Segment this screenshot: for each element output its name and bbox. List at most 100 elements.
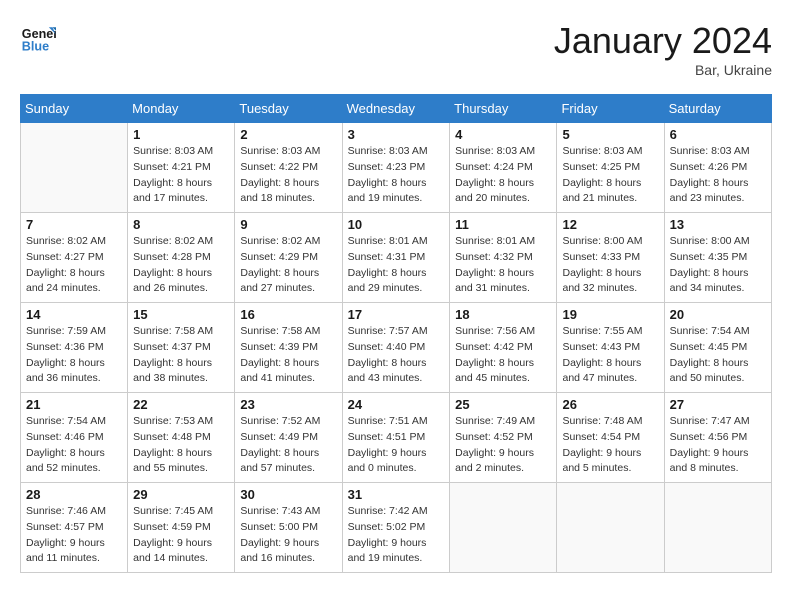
day-info: Sunrise: 8:01 AMSunset: 4:32 PMDaylight:…: [455, 234, 551, 297]
day-cell: [664, 483, 771, 573]
day-cell: [557, 483, 664, 573]
day-number: 22: [133, 397, 229, 412]
day-number: 17: [348, 307, 445, 322]
header-saturday: Saturday: [664, 95, 771, 123]
day-info: Sunrise: 8:03 AMSunset: 4:23 PMDaylight:…: [348, 144, 445, 207]
day-info: Sunrise: 7:58 AMSunset: 4:39 PMDaylight:…: [240, 324, 336, 387]
week-row-5: 28 Sunrise: 7:46 AMSunset: 4:57 PMDayligh…: [21, 483, 772, 573]
day-cell: 5 Sunrise: 8:03 AMSunset: 4:25 PMDaylight…: [557, 123, 664, 213]
day-cell: 8 Sunrise: 8:02 AMSunset: 4:28 PMDaylight…: [128, 213, 235, 303]
day-cell: 13 Sunrise: 8:00 AMSunset: 4:35 PMDayligh…: [664, 213, 771, 303]
day-info: Sunrise: 7:43 AMSunset: 5:00 PMDaylight:…: [240, 504, 336, 567]
day-cell: 23 Sunrise: 7:52 AMSunset: 4:49 PMDayligh…: [235, 393, 342, 483]
logo-icon: General Blue: [20, 20, 56, 56]
day-cell: 2 Sunrise: 8:03 AMSunset: 4:22 PMDaylight…: [235, 123, 342, 213]
day-number: 27: [670, 397, 766, 412]
location: Bar, Ukraine: [554, 62, 772, 78]
day-cell: 26 Sunrise: 7:48 AMSunset: 4:54 PMDayligh…: [557, 393, 664, 483]
day-info: Sunrise: 7:56 AMSunset: 4:42 PMDaylight:…: [455, 324, 551, 387]
day-cell: 25Sunrise: 7:49 AMSunset: 4:52 PMDayligh…: [450, 393, 557, 483]
day-info: Sunrise: 8:01 AMSunset: 4:31 PMDaylight:…: [348, 234, 445, 297]
calendar-table: Sunday Monday Tuesday Wednesday Thursday…: [20, 94, 772, 573]
day-cell: 31 Sunrise: 7:42 AMSunset: 5:02 PMDayligh…: [342, 483, 450, 573]
day-number: 14: [26, 307, 122, 322]
day-cell: 20 Sunrise: 7:54 AMSunset: 4:45 PMDayligh…: [664, 303, 771, 393]
day-info: Sunrise: 7:46 AMSunset: 4:57 PMDaylight:…: [26, 504, 122, 567]
day-number: 23: [240, 397, 336, 412]
day-cell: 12Sunrise: 8:00 AMSunset: 4:33 PMDayligh…: [557, 213, 664, 303]
day-info: Sunrise: 7:53 AMSunset: 4:48 PMDaylight:…: [133, 414, 229, 477]
day-info: Sunrise: 7:42 AMSunset: 5:02 PMDaylight:…: [348, 504, 445, 567]
month-title: January 2024: [554, 20, 772, 62]
day-cell: 29Sunrise: 7:45 AMSunset: 4:59 PMDayligh…: [128, 483, 235, 573]
week-row-4: 21Sunrise: 7:54 AMSunset: 4:46 PMDayligh…: [21, 393, 772, 483]
day-number: 10: [348, 217, 445, 232]
day-info: Sunrise: 8:02 AMSunset: 4:29 PMDaylight:…: [240, 234, 336, 297]
day-number: 28: [26, 487, 122, 502]
week-row-2: 7 Sunrise: 8:02 AMSunset: 4:27 PMDaylight…: [21, 213, 772, 303]
day-number: 8: [133, 217, 229, 232]
day-cell: 19Sunrise: 7:55 AMSunset: 4:43 PMDayligh…: [557, 303, 664, 393]
day-number: 13: [670, 217, 766, 232]
logo: General Blue: [20, 20, 56, 56]
day-number: 29: [133, 487, 229, 502]
day-cell: 18 Sunrise: 7:56 AMSunset: 4:42 PMDayligh…: [450, 303, 557, 393]
header-thursday: Thursday: [450, 95, 557, 123]
day-cell: 28 Sunrise: 7:46 AMSunset: 4:57 PMDayligh…: [21, 483, 128, 573]
weekday-header-row: Sunday Monday Tuesday Wednesday Thursday…: [21, 95, 772, 123]
day-info: Sunrise: 8:03 AMSunset: 4:25 PMDaylight:…: [562, 144, 658, 207]
day-cell: 22 Sunrise: 7:53 AMSunset: 4:48 PMDayligh…: [128, 393, 235, 483]
day-info: Sunrise: 7:52 AMSunset: 4:49 PMDaylight:…: [240, 414, 336, 477]
week-row-1: 1 Sunrise: 8:03 AMSunset: 4:21 PMDaylight…: [21, 123, 772, 213]
day-number: 1: [133, 127, 229, 142]
day-number: 11: [455, 217, 551, 232]
day-cell: 17 Sunrise: 7:57 AMSunset: 4:40 PMDayligh…: [342, 303, 450, 393]
day-cell: [450, 483, 557, 573]
day-info: Sunrise: 8:02 AMSunset: 4:27 PMDaylight:…: [26, 234, 122, 297]
day-info: Sunrise: 7:51 AMSunset: 4:51 PMDaylight:…: [348, 414, 445, 477]
day-number: 15: [133, 307, 229, 322]
day-info: Sunrise: 7:48 AMSunset: 4:54 PMDaylight:…: [562, 414, 658, 477]
day-number: 19: [562, 307, 658, 322]
day-info: Sunrise: 8:00 AMSunset: 4:35 PMDaylight:…: [670, 234, 766, 297]
header-friday: Friday: [557, 95, 664, 123]
day-number: 12: [562, 217, 658, 232]
day-cell: 1 Sunrise: 8:03 AMSunset: 4:21 PMDaylight…: [128, 123, 235, 213]
week-row-3: 14 Sunrise: 7:59 AMSunset: 4:36 PMDayligh…: [21, 303, 772, 393]
svg-text:Blue: Blue: [22, 40, 49, 54]
day-cell: [21, 123, 128, 213]
day-cell: 21Sunrise: 7:54 AMSunset: 4:46 PMDayligh…: [21, 393, 128, 483]
day-info: Sunrise: 7:57 AMSunset: 4:40 PMDaylight:…: [348, 324, 445, 387]
day-number: 4: [455, 127, 551, 142]
day-cell: 6 Sunrise: 8:03 AMSunset: 4:26 PMDaylight…: [664, 123, 771, 213]
day-info: Sunrise: 7:49 AMSunset: 4:52 PMDaylight:…: [455, 414, 551, 477]
day-number: 20: [670, 307, 766, 322]
day-number: 6: [670, 127, 766, 142]
day-number: 18: [455, 307, 551, 322]
day-number: 31: [348, 487, 445, 502]
header-tuesday: Tuesday: [235, 95, 342, 123]
day-cell: 3 Sunrise: 8:03 AMSunset: 4:23 PMDaylight…: [342, 123, 450, 213]
day-info: Sunrise: 8:03 AMSunset: 4:26 PMDaylight:…: [670, 144, 766, 207]
day-cell: 15Sunrise: 7:58 AMSunset: 4:37 PMDayligh…: [128, 303, 235, 393]
day-cell: 4Sunrise: 8:03 AMSunset: 4:24 PMDaylight…: [450, 123, 557, 213]
header-monday: Monday: [128, 95, 235, 123]
day-info: Sunrise: 8:03 AMSunset: 4:22 PMDaylight:…: [240, 144, 336, 207]
day-cell: 16Sunrise: 7:58 AMSunset: 4:39 PMDayligh…: [235, 303, 342, 393]
day-cell: 30Sunrise: 7:43 AMSunset: 5:00 PMDayligh…: [235, 483, 342, 573]
day-info: Sunrise: 8:03 AMSunset: 4:21 PMDaylight:…: [133, 144, 229, 207]
day-number: 9: [240, 217, 336, 232]
day-cell: 24Sunrise: 7:51 AMSunset: 4:51 PMDayligh…: [342, 393, 450, 483]
day-number: 26: [562, 397, 658, 412]
day-info: Sunrise: 7:54 AMSunset: 4:46 PMDaylight:…: [26, 414, 122, 477]
day-info: Sunrise: 8:02 AMSunset: 4:28 PMDaylight:…: [133, 234, 229, 297]
day-number: 5: [562, 127, 658, 142]
day-cell: 7 Sunrise: 8:02 AMSunset: 4:27 PMDaylight…: [21, 213, 128, 303]
day-cell: 11 Sunrise: 8:01 AMSunset: 4:32 PMDayligh…: [450, 213, 557, 303]
day-info: Sunrise: 7:47 AMSunset: 4:56 PMDaylight:…: [670, 414, 766, 477]
day-info: Sunrise: 7:54 AMSunset: 4:45 PMDaylight:…: [670, 324, 766, 387]
day-number: 3: [348, 127, 445, 142]
day-number: 2: [240, 127, 336, 142]
day-number: 7: [26, 217, 122, 232]
day-info: Sunrise: 7:59 AMSunset: 4:36 PMDaylight:…: [26, 324, 122, 387]
